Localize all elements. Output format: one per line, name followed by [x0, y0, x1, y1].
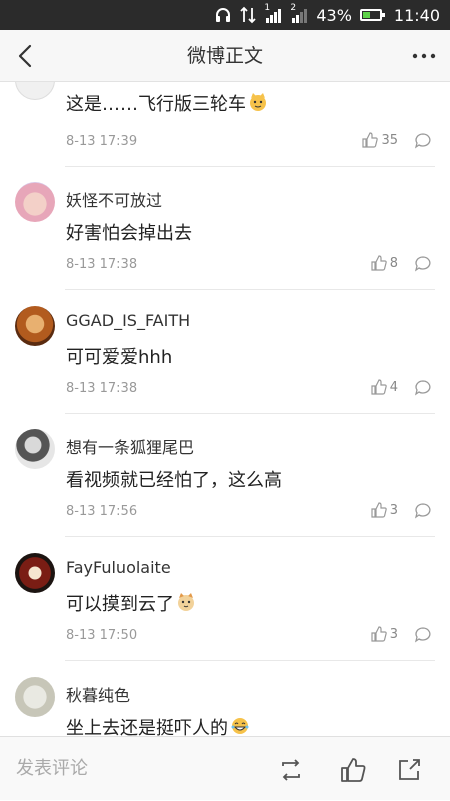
nav-bar: 微博正文 — [0, 30, 450, 82]
comment-item[interactable]: FayFuluolaite 可以摸到云了 8-13 17:50 3 — [0, 550, 450, 660]
avatar[interactable] — [15, 82, 55, 100]
thumbs-up-icon — [371, 626, 387, 642]
like-count: 35 — [381, 132, 398, 148]
thumbs-up-icon — [371, 255, 387, 271]
more-button[interactable] — [410, 44, 438, 68]
headphones-icon — [214, 6, 232, 24]
sim1-label: 1 — [264, 3, 271, 13]
signal-icon-sim2: 2 — [290, 3, 308, 23]
reply-button[interactable] — [414, 626, 432, 644]
comment-bubble-icon — [414, 503, 431, 519]
comment-time: 8-13 17:39 — [66, 134, 138, 149]
avatar[interactable] — [15, 429, 55, 469]
comment-username[interactable]: 妖怪不可放过 — [66, 187, 162, 211]
avatar[interactable] — [15, 306, 55, 346]
comment-text: 好害怕会掉出去 — [66, 223, 192, 244]
thumbs-up-icon — [362, 132, 379, 148]
reply-button[interactable] — [414, 132, 432, 150]
like-icon — [341, 758, 366, 782]
comment-username[interactable]: 想有一条狐狸尾巴 — [66, 434, 194, 458]
comment-text: 可可爱爱hhh — [66, 347, 173, 368]
comment-time: 8-13 17:50 — [66, 628, 138, 643]
like-count: 8 — [389, 255, 398, 271]
repost-button[interactable] — [278, 757, 304, 783]
cat-face-emoji — [248, 92, 268, 117]
like-count: 3 — [389, 502, 398, 518]
signal-icon-sim1: 1 — [264, 3, 282, 23]
status-bar: 1 2 43% 11:40 — [0, 0, 450, 30]
repost-icon — [282, 759, 300, 781]
like-count: 3 — [389, 626, 398, 642]
comment-text: 坐上去还是挺吓人的 — [66, 714, 250, 736]
divider — [65, 289, 435, 290]
divider — [65, 166, 435, 167]
laughing-tears-emoji — [230, 716, 250, 736]
comment-item[interactable]: 想有一条狐狸尾巴 看视频就已经怕了，这么高 8-13 17:56 3 — [0, 426, 450, 536]
reply-button[interactable] — [414, 502, 432, 520]
cat-face-emoji — [176, 592, 196, 617]
battery-percent: 43% — [316, 5, 352, 25]
reply-button[interactable] — [414, 379, 432, 397]
like-button[interactable] — [340, 757, 366, 783]
comment-text: 可以摸到云了 — [66, 590, 196, 617]
comment-time: 8-13 17:38 — [66, 257, 138, 272]
divider — [65, 536, 435, 537]
comment-bubble-icon — [414, 133, 431, 149]
comment-list: 这是……飞行版三轮车 8-13 17:39 35 妖怪不可放过 好害怕会掉出去 … — [0, 82, 450, 736]
comment-username[interactable]: 秋暮纯色 — [66, 682, 130, 706]
avatar[interactable] — [15, 553, 55, 593]
comment-bubble-icon — [414, 380, 431, 396]
comment-item[interactable]: 妖怪不可放过 好害怕会掉出去 8-13 17:38 8 — [0, 179, 450, 289]
comment-text: 看视频就已经怕了，这么高 — [66, 470, 282, 491]
share-icon — [399, 759, 420, 780]
like-button[interactable]: 3 — [371, 502, 398, 518]
comment-item[interactable]: 秋暮纯色 坐上去还是挺吓人的 — [0, 674, 450, 736]
like-button[interactable]: 4 — [371, 379, 398, 395]
reply-button[interactable] — [414, 255, 432, 273]
comment-username[interactable]: FayFuluolaite — [66, 558, 171, 577]
like-button[interactable]: 8 — [371, 255, 398, 271]
page-title: 微博正文 — [186, 45, 263, 67]
battery-icon — [359, 9, 386, 21]
divider — [65, 660, 435, 661]
clock: 11:40 — [393, 5, 440, 25]
thumbs-up-icon — [371, 502, 387, 518]
comment-username[interactable]: GGAD_IS_FAITH — [66, 311, 190, 330]
bottom-toolbar: 发表评论 — [0, 736, 450, 800]
comment-bubble-icon — [414, 627, 431, 643]
comment-time: 8-13 17:38 — [66, 381, 138, 396]
like-button[interactable]: 3 — [371, 626, 398, 642]
comment-item[interactable]: GGAD_IS_FAITH 可可爱爱hhh 8-13 17:38 4 — [0, 303, 450, 413]
comment-input[interactable]: 发表评论 — [16, 737, 88, 801]
sim2-label: 2 — [290, 3, 297, 13]
comment-bubble-icon — [414, 256, 431, 272]
like-count: 4 — [389, 379, 398, 395]
divider — [65, 413, 435, 414]
like-button[interactable]: 35 — [362, 132, 398, 148]
avatar[interactable] — [15, 677, 55, 717]
avatar[interactable] — [15, 182, 55, 222]
comment-text: 这是……飞行版三轮车 — [66, 90, 268, 117]
data-transfer-icon — [240, 6, 256, 24]
share-button[interactable] — [396, 757, 422, 783]
comment-time: 8-13 17:56 — [66, 504, 138, 519]
thumbs-up-icon — [371, 379, 387, 395]
more-horizontal-icon — [412, 53, 436, 59]
